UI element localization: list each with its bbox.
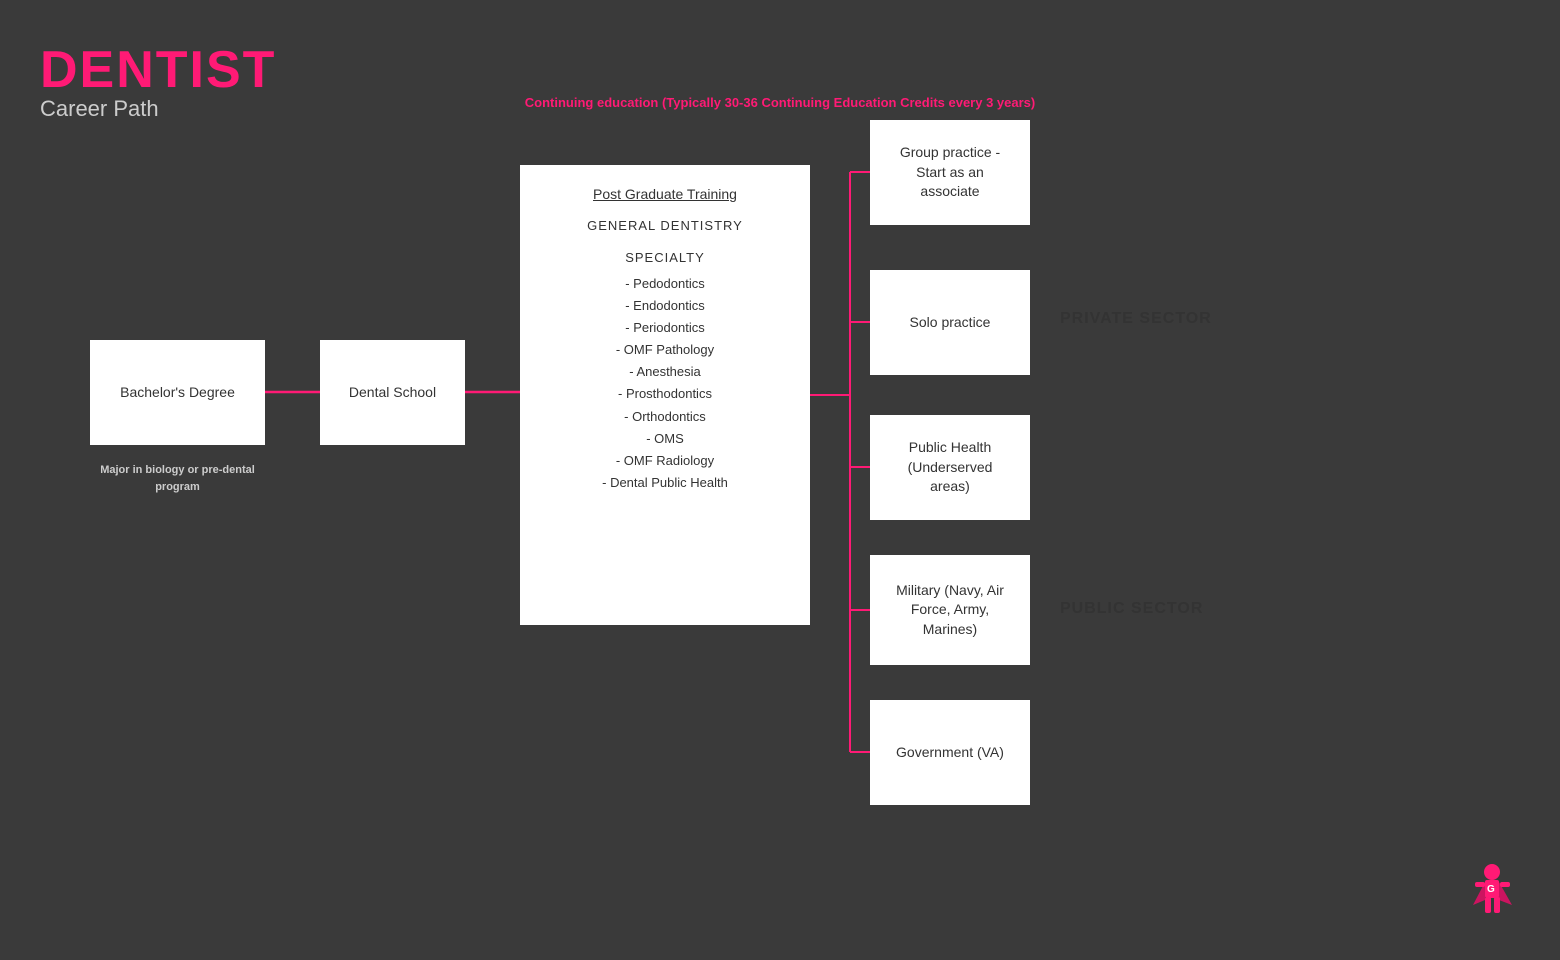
government-box: Government (VA): [870, 700, 1030, 805]
postgrad-box: Post Graduate Training GENERAL DENTISTRY…: [520, 165, 810, 625]
postgrad-items: - Pedodontics- Endodontics- Periodontics…: [602, 273, 728, 494]
solo-practice-box: Solo practice: [870, 270, 1030, 375]
postgrad-title: Post Graduate Training: [593, 185, 737, 205]
private-sector-label: PRIVATE SECTOR: [1060, 310, 1212, 328]
svg-text:G: G: [1487, 884, 1495, 895]
page-title: DENTIST: [40, 40, 276, 100]
military-label: Military (Navy, AirForce, Army,Marines): [896, 581, 1004, 640]
postgrad-general: GENERAL DENTISTRY: [587, 217, 743, 235]
bachelor-note: Major in biology or pre-dental program: [90, 462, 265, 495]
postgrad-specialty-title: SPECIALTY: [625, 249, 705, 267]
solo-practice-label: Solo practice: [910, 313, 991, 333]
bachelor-degree-label: Bachelor's Degree: [120, 383, 235, 403]
military-box: Military (Navy, AirForce, Army,Marines): [870, 555, 1030, 665]
dental-school-label: Dental School: [349, 383, 436, 403]
continuing-ed-banner: Continuing education (Typically 30-36 Co…: [0, 95, 1560, 110]
group-practice-label: Group practice -Start as anassociate: [900, 143, 1000, 202]
bachelor-degree-box: Bachelor's Degree: [90, 340, 265, 445]
group-practice-box: Group practice -Start as anassociate: [870, 120, 1030, 225]
mascot-logo: G: [1465, 860, 1520, 930]
dental-school-box: Dental School: [320, 340, 465, 445]
public-sector-label: PUBLIC SECTOR: [1060, 600, 1203, 618]
government-label: Government (VA): [896, 743, 1004, 763]
public-health-label: Public Health(Underservedareas): [908, 438, 993, 497]
public-health-box: Public Health(Underservedareas): [870, 415, 1030, 520]
